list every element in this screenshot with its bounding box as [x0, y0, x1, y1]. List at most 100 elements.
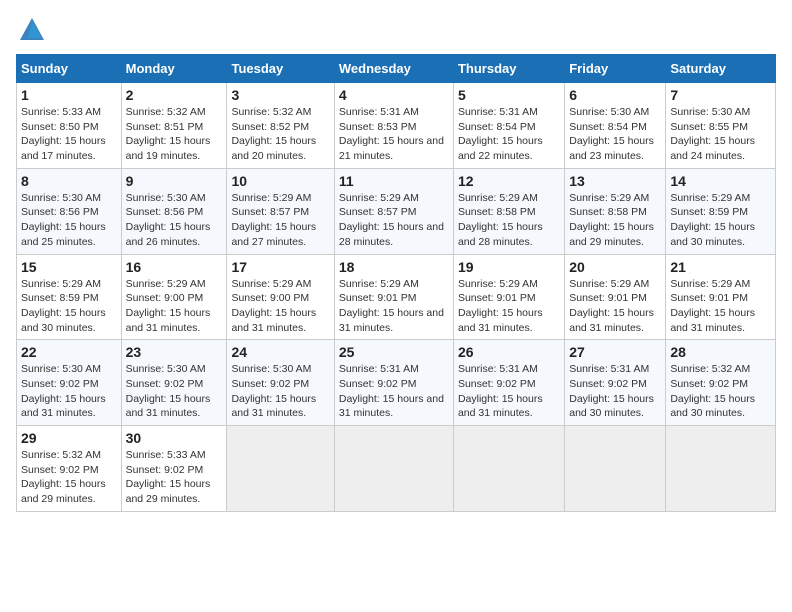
calendar-cell: 9 Sunrise: 5:30 AMSunset: 8:56 PMDaylight… — [121, 168, 227, 254]
day-number: 11 — [339, 173, 449, 189]
day-number: 19 — [458, 259, 560, 275]
calendar-cell: 17Sunrise: 5:29 AMSunset: 9:00 PMDayligh… — [227, 254, 334, 340]
calendar-cell: 28 Sunrise: 5:32 AMSunset: 9:02 PMDayligh… — [666, 340, 776, 426]
day-info: Sunrise: 5:30 AMSunset: 8:55 PMDaylight:… — [670, 105, 771, 164]
day-number: 6 — [569, 87, 661, 103]
calendar-cell: 26 Sunrise: 5:31 AMSunset: 9:02 PMDayligh… — [453, 340, 564, 426]
day-info: Sunrise: 5:33 AMSunset: 8:50 PMDaylight:… — [21, 105, 117, 164]
day-info: Sunrise: 5:29 AMSunset: 9:00 PMDaylight:… — [126, 277, 223, 336]
day-number: 26 — [458, 344, 560, 360]
day-number: 21 — [670, 259, 771, 275]
column-header-thursday: Thursday — [453, 55, 564, 83]
day-info: Sunrise: 5:31 AMSunset: 9:02 PMDaylight:… — [339, 362, 449, 421]
calendar-cell: 4Sunrise: 5:31 AMSunset: 8:53 PMDaylight… — [334, 83, 453, 169]
day-number: 3 — [231, 87, 329, 103]
day-number: 13 — [569, 173, 661, 189]
day-info: Sunrise: 5:31 AMSunset: 9:02 PMDaylight:… — [458, 362, 560, 421]
column-header-sunday: Sunday — [17, 55, 122, 83]
day-info: Sunrise: 5:30 AMSunset: 9:02 PMDaylight:… — [21, 362, 117, 421]
calendar-cell: 24Sunrise: 5:30 AMSunset: 9:02 PMDayligh… — [227, 340, 334, 426]
header-row: SundayMondayTuesdayWednesdayThursdayFrid… — [17, 55, 776, 83]
calendar-cell: 5Sunrise: 5:31 AMSunset: 8:54 PMDaylight… — [453, 83, 564, 169]
day-info: Sunrise: 5:29 AMSunset: 8:57 PMDaylight:… — [231, 191, 329, 250]
day-info: Sunrise: 5:29 AMSunset: 9:01 PMDaylight:… — [670, 277, 771, 336]
calendar-cell: 13 Sunrise: 5:29 AMSunset: 8:58 PMDayligh… — [565, 168, 666, 254]
day-info: Sunrise: 5:32 AMSunset: 9:02 PMDaylight:… — [21, 448, 117, 507]
calendar-cell: 8 Sunrise: 5:30 AMSunset: 8:56 PMDaylight… — [17, 168, 122, 254]
calendar-cell — [334, 426, 453, 512]
day-number: 30 — [126, 430, 223, 446]
calendar-cell: 21 Sunrise: 5:29 AMSunset: 9:01 PMDayligh… — [666, 254, 776, 340]
day-number: 14 — [670, 173, 771, 189]
column-header-saturday: Saturday — [666, 55, 776, 83]
day-number: 25 — [339, 344, 449, 360]
day-number: 20 — [569, 259, 661, 275]
calendar-cell: 23 Sunrise: 5:30 AMSunset: 9:02 PMDayligh… — [121, 340, 227, 426]
calendar-cell: 12Sunrise: 5:29 AMSunset: 8:58 PMDayligh… — [453, 168, 564, 254]
logo — [16, 16, 46, 44]
day-number: 27 — [569, 344, 661, 360]
calendar-cell — [227, 426, 334, 512]
week-row-5: 29Sunrise: 5:32 AMSunset: 9:02 PMDayligh… — [17, 426, 776, 512]
column-header-tuesday: Tuesday — [227, 55, 334, 83]
day-info: Sunrise: 5:32 AMSunset: 8:51 PMDaylight:… — [126, 105, 223, 164]
week-row-3: 15 Sunrise: 5:29 AMSunset: 8:59 PMDayligh… — [17, 254, 776, 340]
calendar-cell: 2 Sunrise: 5:32 AMSunset: 8:51 PMDaylight… — [121, 83, 227, 169]
calendar-cell: 20 Sunrise: 5:29 AMSunset: 9:01 PMDayligh… — [565, 254, 666, 340]
day-info: Sunrise: 5:32 AMSunset: 8:52 PMDaylight:… — [231, 105, 329, 164]
calendar-cell: 14 Sunrise: 5:29 AMSunset: 8:59 PMDayligh… — [666, 168, 776, 254]
day-info: Sunrise: 5:29 AMSunset: 9:01 PMDaylight:… — [339, 277, 449, 336]
day-info: Sunrise: 5:31 AMSunset: 9:02 PMDaylight:… — [569, 362, 661, 421]
calendar-cell: 29Sunrise: 5:32 AMSunset: 9:02 PMDayligh… — [17, 426, 122, 512]
day-info: Sunrise: 5:30 AMSunset: 8:56 PMDaylight:… — [126, 191, 223, 250]
day-info: Sunrise: 5:31 AMSunset: 8:53 PMDaylight:… — [339, 105, 449, 164]
week-row-4: 22 Sunrise: 5:30 AMSunset: 9:02 PMDayligh… — [17, 340, 776, 426]
day-info: Sunrise: 5:31 AMSunset: 8:54 PMDaylight:… — [458, 105, 560, 164]
calendar-cell: 18Sunrise: 5:29 AMSunset: 9:01 PMDayligh… — [334, 254, 453, 340]
day-number: 22 — [21, 344, 117, 360]
column-header-monday: Monday — [121, 55, 227, 83]
day-info: Sunrise: 5:29 AMSunset: 9:01 PMDaylight:… — [569, 277, 661, 336]
calendar-cell: 10Sunrise: 5:29 AMSunset: 8:57 PMDayligh… — [227, 168, 334, 254]
calendar-cell — [453, 426, 564, 512]
calendar-cell — [666, 426, 776, 512]
day-info: Sunrise: 5:29 AMSunset: 8:58 PMDaylight:… — [458, 191, 560, 250]
logo-icon — [18, 16, 46, 44]
calendar-cell: 19 Sunrise: 5:29 AMSunset: 9:01 PMDayligh… — [453, 254, 564, 340]
calendar-cell: 11 Sunrise: 5:29 AMSunset: 8:57 PMDayligh… — [334, 168, 453, 254]
header — [16, 16, 776, 44]
calendar-cell: 25 Sunrise: 5:31 AMSunset: 9:02 PMDayligh… — [334, 340, 453, 426]
week-row-2: 8 Sunrise: 5:30 AMSunset: 8:56 PMDaylight… — [17, 168, 776, 254]
day-info: Sunrise: 5:32 AMSunset: 9:02 PMDaylight:… — [670, 362, 771, 421]
week-row-1: 1Sunrise: 5:33 AMSunset: 8:50 PMDaylight… — [17, 83, 776, 169]
day-number: 23 — [126, 344, 223, 360]
calendar-table: SundayMondayTuesdayWednesdayThursdayFrid… — [16, 54, 776, 512]
day-info: Sunrise: 5:29 AMSunset: 9:01 PMDaylight:… — [458, 277, 560, 336]
day-info: Sunrise: 5:29 AMSunset: 8:58 PMDaylight:… — [569, 191, 661, 250]
calendar-cell: 3 Sunrise: 5:32 AMSunset: 8:52 PMDaylight… — [227, 83, 334, 169]
day-number: 9 — [126, 173, 223, 189]
calendar-cell: 22 Sunrise: 5:30 AMSunset: 9:02 PMDayligh… — [17, 340, 122, 426]
day-number: 2 — [126, 87, 223, 103]
day-info: Sunrise: 5:30 AMSunset: 8:54 PMDaylight:… — [569, 105, 661, 164]
day-info: Sunrise: 5:33 AMSunset: 9:02 PMDaylight:… — [126, 448, 223, 507]
column-header-friday: Friday — [565, 55, 666, 83]
day-number: 24 — [231, 344, 329, 360]
day-number: 7 — [670, 87, 771, 103]
day-number: 8 — [21, 173, 117, 189]
day-info: Sunrise: 5:29 AMSunset: 8:59 PMDaylight:… — [670, 191, 771, 250]
day-info: Sunrise: 5:30 AMSunset: 8:56 PMDaylight:… — [21, 191, 117, 250]
calendar-cell — [565, 426, 666, 512]
calendar-cell: 7 Sunrise: 5:30 AMSunset: 8:55 PMDaylight… — [666, 83, 776, 169]
day-info: Sunrise: 5:29 AMSunset: 8:59 PMDaylight:… — [21, 277, 117, 336]
calendar-cell: 16Sunrise: 5:29 AMSunset: 9:00 PMDayligh… — [121, 254, 227, 340]
day-number: 17 — [231, 259, 329, 275]
calendar-cell: 27 Sunrise: 5:31 AMSunset: 9:02 PMDayligh… — [565, 340, 666, 426]
calendar-cell: 6 Sunrise: 5:30 AMSunset: 8:54 PMDaylight… — [565, 83, 666, 169]
column-header-wednesday: Wednesday — [334, 55, 453, 83]
day-info: Sunrise: 5:29 AMSunset: 8:57 PMDaylight:… — [339, 191, 449, 250]
day-info: Sunrise: 5:30 AMSunset: 9:02 PMDaylight:… — [126, 362, 223, 421]
day-number: 15 — [21, 259, 117, 275]
calendar-cell: 15 Sunrise: 5:29 AMSunset: 8:59 PMDayligh… — [17, 254, 122, 340]
day-number: 28 — [670, 344, 771, 360]
